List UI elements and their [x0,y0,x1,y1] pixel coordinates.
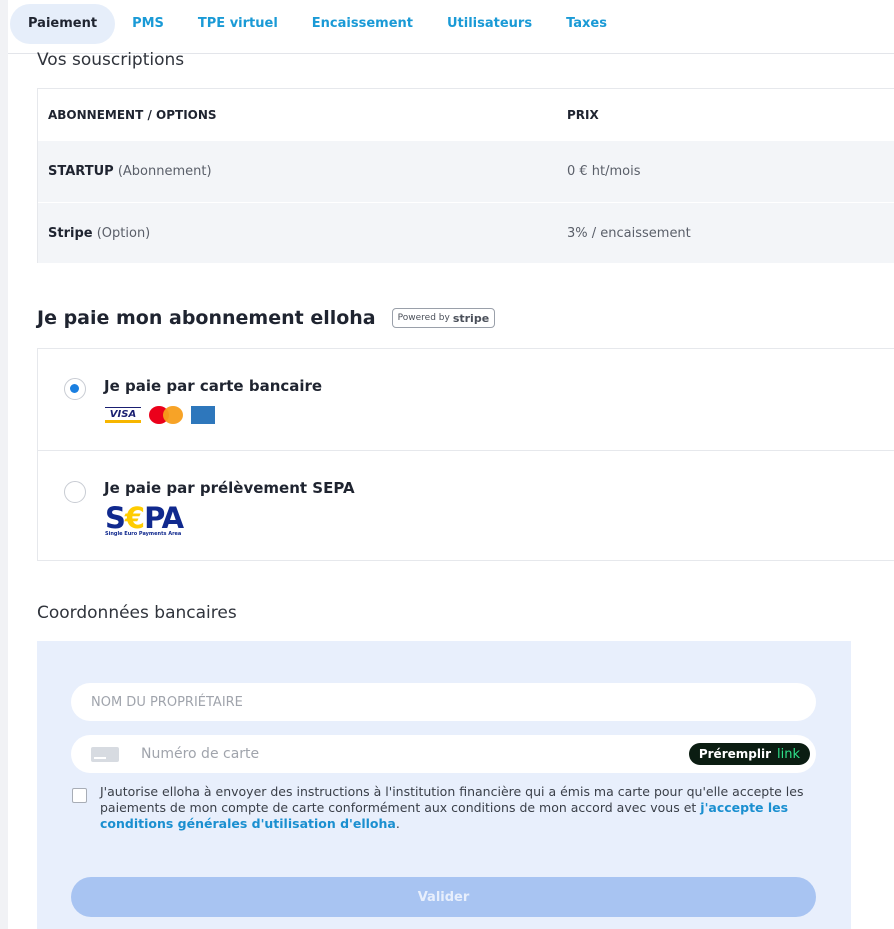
tab-bar: Paiement PMS TPE virtuel Encaissement Ut… [10,4,624,44]
subscriptions-title: Vos souscriptions [37,50,185,70]
tab-taxes[interactable]: Taxes [549,4,624,44]
tab-tpe-virtuel[interactable]: TPE virtuel [181,4,295,44]
left-edge [0,0,8,929]
card-number-input[interactable]: Numéro de carte Préremplir link [71,735,816,773]
table-row: STARTUP (Abonnement) 0 € ht/mois [38,141,894,202]
subscription-price: 3% / encaissement [567,225,691,241]
radio-card[interactable] [64,378,86,400]
tab-encaissement[interactable]: Encaissement [295,4,430,44]
consent-checkbox[interactable] [72,788,87,803]
subscription-type: (Abonnement) [117,164,212,179]
prefill-label: Préremplir [698,747,771,761]
option-card-label[interactable]: Je paie par carte bancaire [104,377,322,395]
column-header-subscription: ABONNEMENT / OPTIONS [48,108,217,122]
stripe-logo: stripe [452,311,490,325]
badge-prefix: Powered by [397,313,450,323]
card-logos: VISA [105,406,215,424]
subscription-name-cell: STARTUP (Abonnement) [48,164,212,179]
sepa-logo-caption: Single Euro Payments Area [105,531,182,537]
bank-details-panel: NOM DU PROPRIÉTAIRE Numéro de carte Prér… [37,641,851,929]
subscription-name: Stripe [48,225,93,241]
link-logo: link [777,746,800,762]
sepa-logo: S€PA Single Euro Payments Area [105,501,184,537]
subscription-name-cell: Stripe (Option) [48,226,150,241]
consent-text: J'autorise elloha à envoyer des instruct… [100,784,810,832]
visa-logo: VISA [105,407,141,423]
prefill-link-button[interactable]: Préremplir link [688,743,810,765]
bank-title: Coordonnées bancaires [37,603,237,623]
table-header: ABONNEMENT / OPTIONS PRIX [38,89,894,141]
consent-body: J'autorise elloha à envoyer des instruct… [100,784,804,815]
option-card[interactable]: Je paie par carte bancaire VISA [38,349,894,455]
tab-paiement[interactable]: Paiement [10,4,116,44]
credit-card-icon [91,747,119,762]
payment-title: Je paie mon abonnement elloha Powered by… [37,307,496,329]
option-sepa[interactable]: Je paie par prélèvement SEPA S€PA Single… [38,450,894,556]
powered-by-stripe-badge: Powered by stripe [391,308,496,328]
amex-logo [191,406,215,424]
card-number-placeholder: Numéro de carte [141,746,260,762]
payment-title-text: Je paie mon abonnement elloha [37,307,376,329]
subscription-name: STARTUP [48,164,114,179]
consent-end: . [395,816,400,831]
owner-name-input[interactable]: NOM DU PROPRIÉTAIRE [71,683,816,721]
table-row: Stripe (Option) 3% / encaissement [38,202,894,263]
subscription-price: 0 € ht/mois [567,164,641,179]
subscriptions-table: ABONNEMENT / OPTIONS PRIX STARTUP (Abonn… [37,88,894,263]
subscription-type: (Option) [96,225,151,241]
submit-button[interactable]: Valider [71,877,816,917]
tab-utilisateurs[interactable]: Utilisateurs [430,4,549,44]
sepa-logo-text: S€PA [105,501,184,535]
tab-pms[interactable]: PMS [115,4,181,44]
radio-sepa[interactable] [64,481,86,503]
mastercard-logo [147,406,185,424]
column-header-price: PRIX [567,108,599,122]
option-sepa-label[interactable]: Je paie par prélèvement SEPA [104,479,355,497]
payment-options: Je paie par carte bancaire VISA Je paie … [37,348,894,561]
